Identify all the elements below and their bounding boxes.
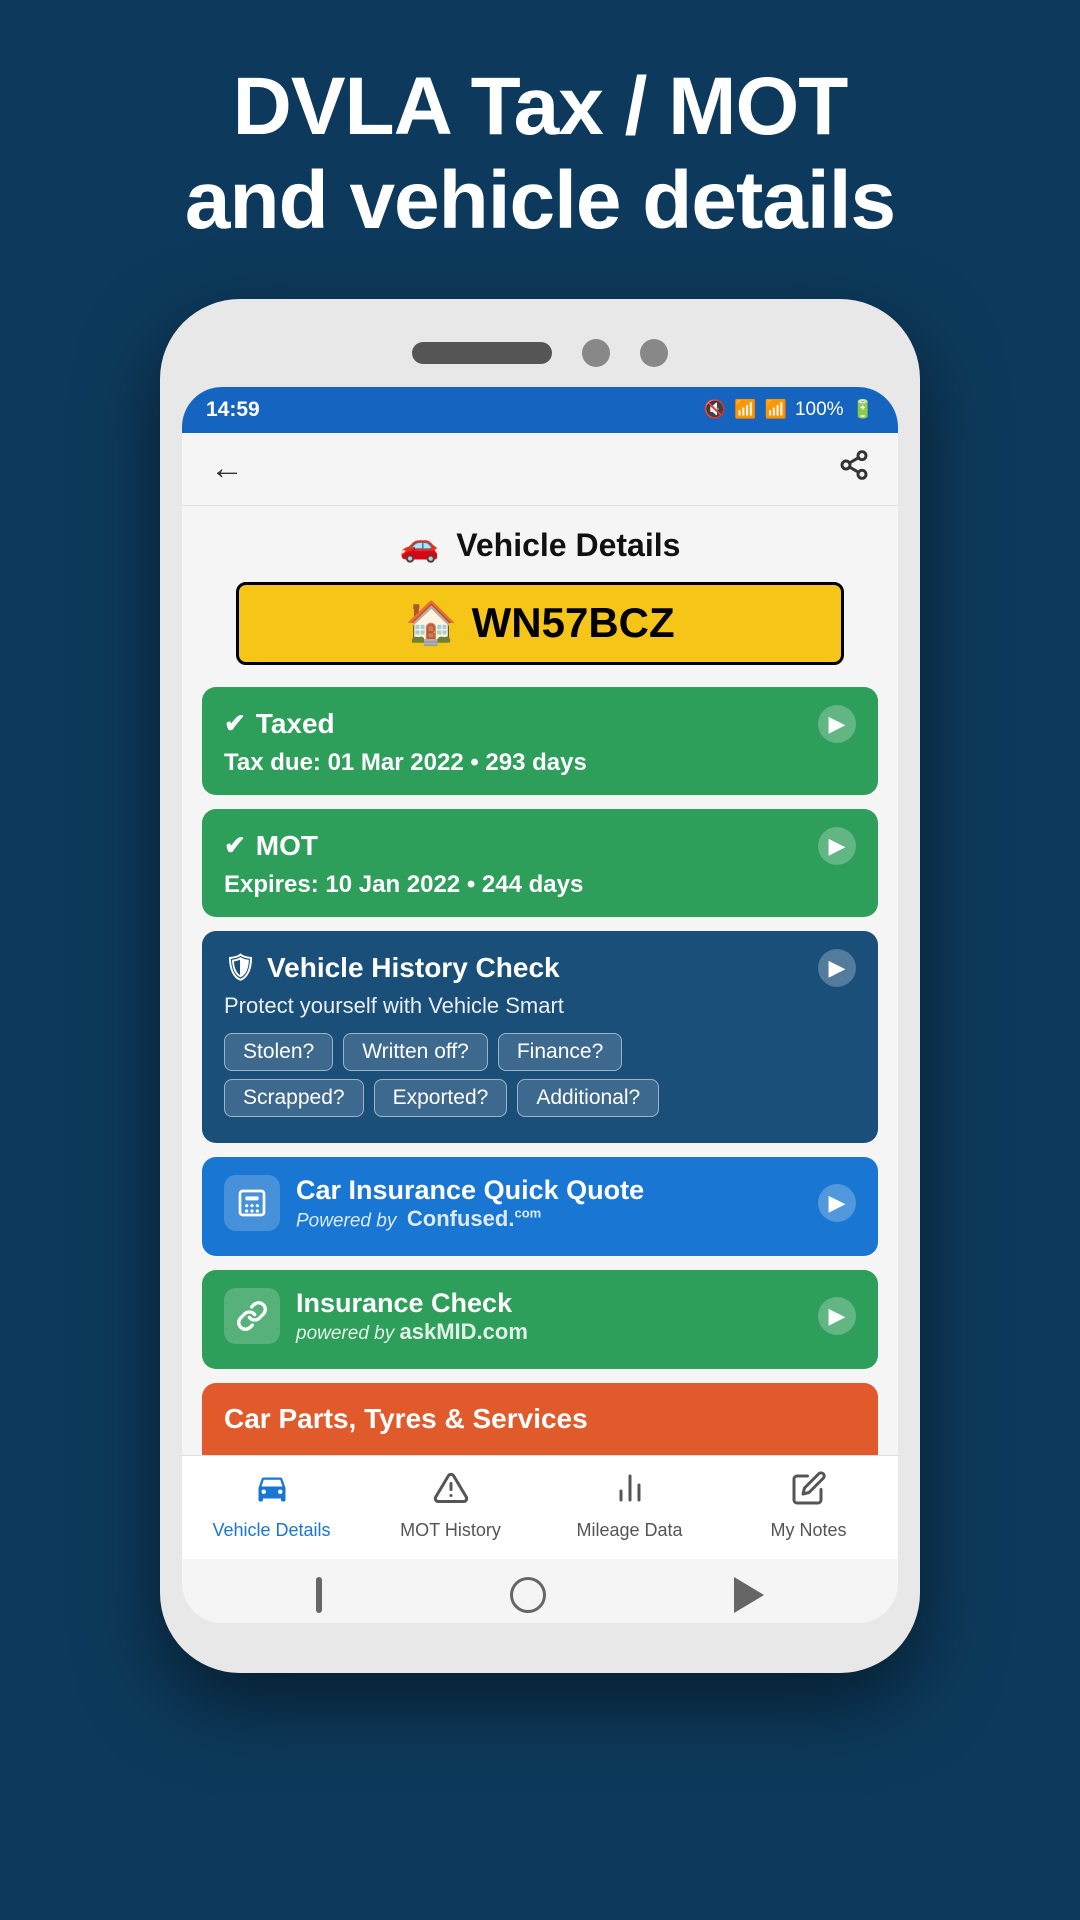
home-indicator [182, 1559, 898, 1623]
battery-label: 100% [795, 399, 844, 421]
vehicle-title: 🚗 Vehicle Details [202, 526, 878, 564]
shield-icon: 🛡 [224, 952, 257, 983]
history-card[interactable]: 🛡 Vehicle History Check ▶ Protect yourse… [202, 931, 878, 1143]
check-icon-mot: ✔ [224, 830, 246, 861]
taxed-arrow[interactable]: ▶ [818, 705, 856, 743]
nav-car-icon [254, 1470, 290, 1514]
mot-subtitle: Expires: 10 Jan 2022 • 244 days [224, 871, 856, 899]
calculator-icon [224, 1175, 280, 1231]
status-bar: 14:59 🔇 📶 📶 100% 🔋 [182, 387, 898, 433]
status-time: 14:59 [206, 398, 260, 422]
screen-content: 🚗 Vehicle Details 🏠 WN57BCZ ✔ Taxed ▶ Ta… [182, 506, 898, 1455]
signal-icon: 📶 [765, 399, 787, 420]
nav-notes-label: My Notes [770, 1520, 846, 1541]
bottom-nav: Vehicle Details MOT History [182, 1455, 898, 1559]
gesture-triangle [734, 1577, 764, 1613]
nav-mot-history-label: MOT History [400, 1520, 501, 1541]
phone-camera-2 [640, 339, 668, 367]
nav-vehicle-details-label: Vehicle Details [212, 1520, 330, 1541]
page-header: DVLA Tax / MOT and vehicle details [0, 0, 1080, 299]
badge-finance[interactable]: Finance? [498, 1033, 622, 1071]
mot-arrow[interactable]: ▶ [818, 827, 856, 865]
nav-vehicle-details[interactable]: Vehicle Details [207, 1470, 337, 1541]
insurance-check-powered: powered by askMID.com [296, 1319, 528, 1345]
insurance-check-title: Insurance Check [296, 1288, 528, 1319]
check-icon-taxed: ✔ [224, 708, 246, 739]
history-title: 🛡 Vehicle History Check [224, 952, 560, 984]
car-icon: 🚗 [400, 527, 440, 563]
badge-scrapped[interactable]: Scrapped? [224, 1079, 364, 1117]
nav-barchart-icon [612, 1470, 648, 1514]
back-button[interactable]: ← [210, 449, 244, 488]
nav-pencil-icon [791, 1470, 827, 1514]
mot-card[interactable]: ✔ MOT ▶ Expires: 10 Jan 2022 • 244 days [202, 809, 878, 917]
wifi-icon: 📶 [734, 399, 756, 420]
insurance-quote-card[interactable]: Car Insurance Quick Quote Powered by Con… [202, 1157, 878, 1256]
battery-icon: 🔋 [852, 399, 874, 420]
garage-icon: 🏠 [405, 599, 457, 648]
status-icons: 🔇 📶 📶 100% 🔋 [704, 399, 874, 421]
phone-notch [182, 329, 898, 387]
phone-camera-1 [582, 339, 610, 367]
badge-stolen[interactable]: Stolen? [224, 1033, 333, 1071]
phone-speaker [412, 342, 552, 364]
history-badges-row2: Scrapped? Exported? Additional? [224, 1079, 856, 1117]
insurance-quote-arrow[interactable]: ▶ [818, 1184, 856, 1222]
taxed-subtitle: Tax due: 01 Mar 2022 • 293 days [224, 749, 856, 777]
insurance-check-card[interactable]: Insurance Check powered by askMID.com ▶ [202, 1270, 878, 1369]
badge-additional[interactable]: Additional? [517, 1079, 659, 1117]
mute-icon: 🔇 [704, 399, 726, 420]
history-arrow[interactable]: ▶ [818, 949, 856, 987]
license-plate: 🏠 WN57BCZ [236, 582, 844, 665]
gesture-circle [510, 1577, 546, 1613]
nav-triangle-icon [433, 1470, 469, 1514]
share-button[interactable] [838, 449, 870, 489]
insurance-quote-title: Car Insurance Quick Quote [296, 1175, 644, 1206]
badge-exported[interactable]: Exported? [374, 1079, 508, 1117]
nav-mileage-label: Mileage Data [576, 1520, 682, 1541]
app-toolbar: ← [182, 433, 898, 506]
page-title: DVLA Tax / MOT and vehicle details [80, 60, 1000, 249]
nav-mot-history[interactable]: MOT History [386, 1470, 516, 1541]
phone-screen: 14:59 🔇 📶 📶 100% 🔋 ← 🚗 [182, 387, 898, 1623]
insurance-quote-powered: Powered by Confused.com [296, 1206, 644, 1232]
taxed-card[interactable]: ✔ Taxed ▶ Tax due: 01 Mar 2022 • 293 day… [202, 687, 878, 795]
nav-my-notes[interactable]: My Notes [744, 1470, 874, 1541]
insurance-check-arrow[interactable]: ▶ [818, 1297, 856, 1335]
mot-title: ✔ MOT [224, 830, 318, 862]
plate-number: WN57BCZ [472, 599, 675, 647]
badge-written-off[interactable]: Written off? [343, 1033, 488, 1071]
nav-mileage-data[interactable]: Mileage Data [565, 1470, 695, 1541]
gesture-bars [316, 1577, 322, 1613]
history-subtitle: Protect yourself with Vehicle Smart [224, 993, 856, 1019]
link-icon [224, 1288, 280, 1344]
car-parts-card[interactable]: Car Parts, Tyres & Services [202, 1383, 878, 1455]
taxed-title: ✔ Taxed [224, 708, 335, 740]
phone-frame: 14:59 🔇 📶 📶 100% 🔋 ← 🚗 [160, 299, 920, 1673]
history-badges-row1: Stolen? Written off? Finance? [224, 1033, 856, 1071]
car-parts-title: Car Parts, Tyres & Services [224, 1403, 856, 1435]
